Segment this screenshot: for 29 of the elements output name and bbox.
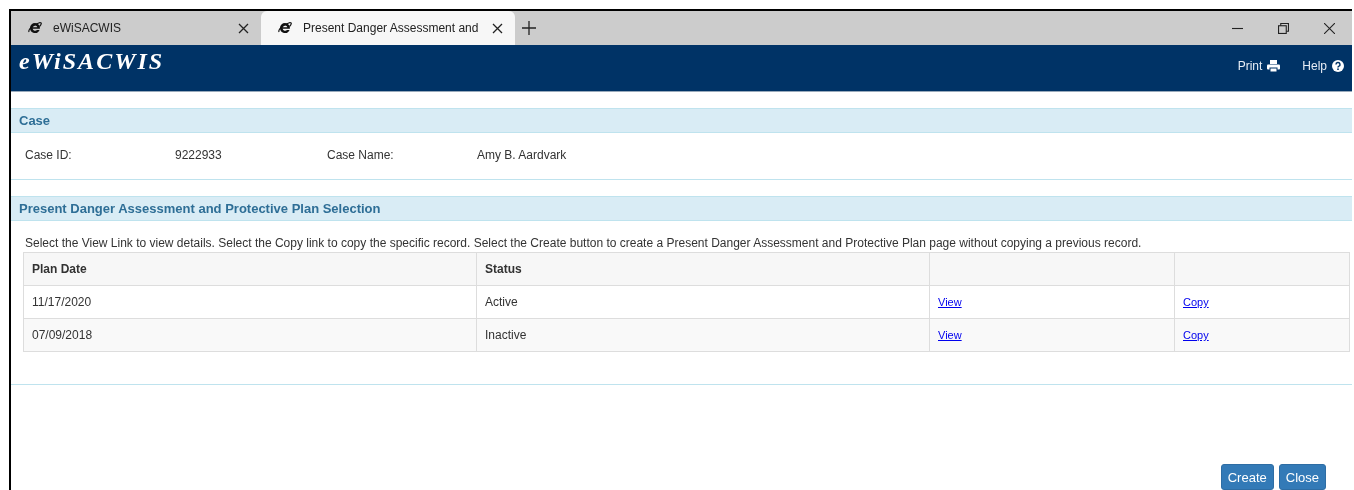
table-cell: Active <box>476 285 930 319</box>
app-logo: eWiSACWIS <box>19 48 165 75</box>
table-link[interactable]: View <box>938 296 962 308</box>
field-label: Case ID: <box>25 148 73 162</box>
table-cell: 11/17/2020 <box>23 285 477 319</box>
section-header: Present Danger Assessment and Protective Plan Selection <box>11 196 1352 221</box>
table-link[interactable]: Copy <box>1183 329 1209 341</box>
field-value: Amy B. Aardvark <box>477 148 568 162</box>
browser-logo-icon <box>27 20 43 36</box>
header-link[interactable]: Help <box>1302 59 1344 73</box>
instruction-text: Select the View Link to view details. Select the Copy link to copy the specific record. Select the Create button to create a Present Danger Assessment and Protective Plan page without copying a previous record. <box>25 236 1143 250</box>
restore-icon[interactable] <box>1277 22 1289 34</box>
table-link[interactable]: Copy <box>1183 296 1209 308</box>
field-label: Case Name: <box>327 148 395 162</box>
table-cell: 07/09/2018 <box>23 318 477 352</box>
column-header: Status <box>476 252 930 286</box>
action-button[interactable]: Create <box>1220 464 1274 490</box>
header-link[interactable]: Print <box>1237 59 1281 73</box>
browser-logo-icon <box>277 20 293 36</box>
browser-tab[interactable]: Present Danger Assessment and <box>261 11 516 45</box>
help-icon <box>1332 60 1344 72</box>
section-header: Case <box>11 108 1352 133</box>
field-value: 9222933 <box>175 148 223 162</box>
column-header: Plan Date <box>23 252 477 286</box>
printer-icon <box>1267 60 1281 72</box>
table-cell: Inactive <box>476 318 930 352</box>
action-button[interactable]: Close <box>1278 464 1326 490</box>
close-window-icon[interactable] <box>1323 22 1335 34</box>
table-link[interactable]: View <box>938 329 962 341</box>
